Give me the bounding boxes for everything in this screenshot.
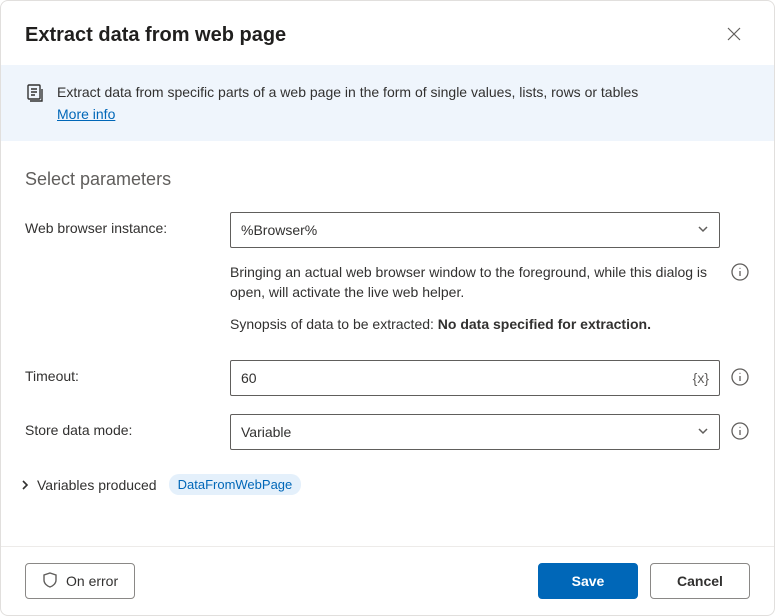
store-info-button[interactable] (730, 422, 750, 442)
more-info-link[interactable]: More info (57, 104, 115, 124)
info-banner: Extract data from specific parts of a we… (1, 65, 774, 141)
on-error-button[interactable]: On error (25, 563, 135, 599)
save-button[interactable]: Save (538, 563, 638, 599)
label-store: Store data mode: (25, 414, 230, 438)
dialog-content: Select parameters Web browser instance: … (1, 141, 774, 546)
store-mode-select[interactable]: Variable (230, 414, 720, 450)
browser-info-button[interactable] (730, 263, 750, 283)
row-browser: Web browser instance: %Browser% Bringing… (25, 212, 750, 334)
cancel-button[interactable]: Cancel (650, 563, 750, 599)
store-mode-value: Variable (241, 424, 291, 440)
row-timeout: Timeout: 60 {x} (25, 360, 750, 396)
info-icon (731, 422, 749, 443)
section-title: Select parameters (25, 169, 750, 190)
timeout-value: 60 (241, 370, 257, 386)
browser-instance-value: %Browser% (241, 222, 317, 238)
variable-chip[interactable]: DataFromWebPage (169, 474, 302, 495)
timeout-info-button[interactable] (730, 368, 750, 388)
variables-produced-expander[interactable]: Variables produced (19, 477, 157, 493)
dialog: Extract data from web page Extract data … (0, 0, 775, 616)
dialog-header: Extract data from web page (1, 1, 774, 65)
dialog-footer: On error Save Cancel (1, 546, 774, 615)
variable-picker-button[interactable]: {x} (693, 370, 709, 386)
timeout-input[interactable]: 60 {x} (230, 360, 720, 396)
banner-text: Extract data from specific parts of a we… (57, 82, 638, 124)
label-timeout: Timeout: (25, 360, 230, 384)
chevron-down-icon (697, 424, 709, 440)
info-icon (731, 368, 749, 389)
on-error-label: On error (66, 573, 118, 589)
chevron-right-icon (19, 479, 31, 491)
footer-buttons: Save Cancel (538, 563, 750, 599)
info-icon (731, 263, 749, 284)
variables-produced-row: Variables produced DataFromWebPage (19, 474, 750, 495)
extract-icon (25, 83, 45, 103)
label-browser: Web browser instance: (25, 212, 230, 236)
dialog-title: Extract data from web page (25, 24, 286, 47)
close-icon (727, 27, 741, 44)
synopsis-prefix: Synopsis of data to be extracted: (230, 316, 438, 332)
synopsis-value: No data specified for extraction. (438, 316, 651, 332)
synopsis-text: Synopsis of data to be extracted: No dat… (230, 314, 720, 334)
browser-instance-select[interactable]: %Browser% (230, 212, 720, 248)
close-button[interactable] (718, 19, 750, 51)
variables-produced-label: Variables produced (37, 477, 157, 493)
browser-helper-text: Bringing an actual web browser window to… (230, 262, 720, 302)
chevron-down-icon (697, 222, 709, 238)
row-store: Store data mode: Variable (25, 414, 750, 450)
shield-icon (42, 572, 58, 591)
banner-description: Extract data from specific parts of a we… (57, 84, 638, 100)
